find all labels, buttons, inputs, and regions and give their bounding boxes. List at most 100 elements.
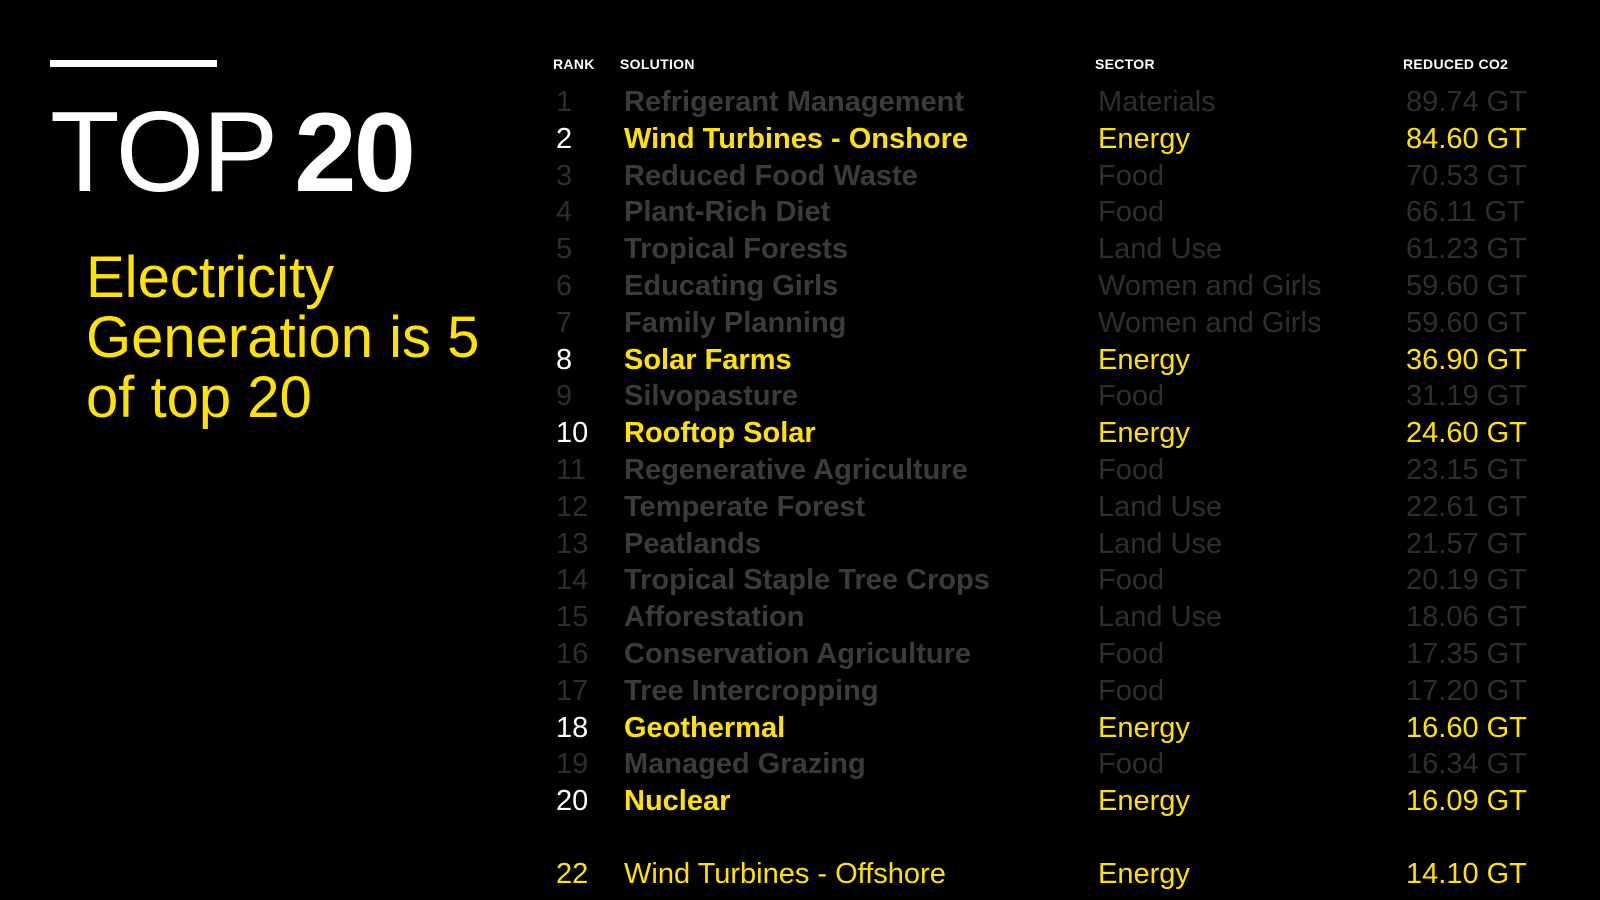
table-row: 10 Rooftop Solar Energy 24.60 GT bbox=[0, 415, 1600, 451]
cell-rank: 13 bbox=[556, 527, 589, 560]
cell-solution: Geothermal bbox=[624, 711, 786, 744]
cell-sector: Energy bbox=[1098, 343, 1190, 376]
cell-solution: Solar Farms bbox=[624, 343, 792, 376]
cell-reduced-co2: 84.60 GT bbox=[1406, 122, 1527, 155]
cell-sector: Energy bbox=[1098, 711, 1190, 744]
cell-solution: Tropical Staple Tree Crops bbox=[624, 564, 990, 597]
cell-solution: Tropical Forests bbox=[624, 233, 849, 266]
cell-reduced-co2: 21.57 GT bbox=[1406, 527, 1527, 560]
cell-rank: 10 bbox=[556, 417, 589, 450]
cell-rank: 3 bbox=[556, 159, 573, 192]
cell-rank: 8 bbox=[556, 343, 573, 376]
cell-rank: 2 bbox=[556, 122, 573, 155]
cell-reduced-co2: 16.60 GT bbox=[1406, 711, 1527, 744]
cell-sector: Energy bbox=[1098, 417, 1190, 450]
cell-solution: Rooftop Solar bbox=[624, 417, 816, 450]
cell-sector: Land Use bbox=[1098, 233, 1223, 266]
cell-sector: Energy bbox=[1098, 785, 1190, 818]
cell-sector: Land Use bbox=[1098, 527, 1223, 560]
cell-rank: 1 bbox=[556, 86, 573, 118]
slide: TOP 20 Electricity Generation is 5 of top… bbox=[0, 0, 1600, 900]
cell-rank: 16 bbox=[556, 638, 589, 670]
cell-reduced-co2: 17.20 GT bbox=[1406, 674, 1527, 707]
table-row: 14 Tropical Staple Tree Crops Food 20.19 GT bbox=[0, 562, 1600, 598]
cell-rank: 15 bbox=[556, 601, 589, 634]
cell-reduced-co2: 66.11 GT bbox=[1406, 196, 1525, 229]
cell-reduced-co2: 59.60 GT bbox=[1406, 270, 1527, 302]
cell-rank: 14 bbox=[556, 564, 589, 597]
cell-rank: 17 bbox=[556, 674, 589, 707]
table-row: 4 Plant-Rich Diet Food 66.11 GT bbox=[0, 194, 1600, 230]
cell-sector: Land Use bbox=[1098, 601, 1223, 634]
cell-solution: Temperate Forest bbox=[624, 490, 866, 523]
cell-sector: Food bbox=[1098, 674, 1165, 707]
table-row: 6 Educating Girls Women and Girls 59.60 GT bbox=[0, 268, 1600, 304]
cell-solution: Tree Intercropping bbox=[624, 674, 879, 707]
cell-reduced-co2: 70.53 GT bbox=[1406, 159, 1527, 192]
cell-rank: 19 bbox=[556, 748, 589, 781]
cell-rank: 7 bbox=[556, 306, 573, 339]
cell-solution: Wind Turbines - Offshore bbox=[624, 858, 946, 890]
table-row: 1 Refrigerant Management Materials 89.74 GT bbox=[0, 84, 1600, 120]
table-row: 17 Tree Intercropping Food 17.20 GT bbox=[0, 673, 1600, 709]
cell-solution: Refrigerant Management bbox=[624, 86, 965, 118]
cell-solution: Conservation Agriculture bbox=[624, 638, 971, 670]
table-row: 13 Peatlands Land Use 21.57 GT bbox=[0, 526, 1600, 562]
cell-sector: Energy bbox=[1098, 858, 1190, 890]
table-row: 5 Tropical Forests Land Use 61.23 GT bbox=[0, 231, 1600, 267]
cell-sector: Food bbox=[1098, 196, 1165, 229]
table-row: 9 Silvopasture Food 31.19 GT bbox=[0, 378, 1600, 414]
cell-sector: Food bbox=[1098, 380, 1165, 413]
table-row: 7 Family Planning Women and Girls 59.60 GT bbox=[0, 305, 1600, 341]
cell-sector: Food bbox=[1098, 159, 1165, 192]
table-row: 18 Geothermal Energy 16.60 GT bbox=[0, 710, 1600, 746]
table-row: 11 Regenerative Agriculture Food 23.15 GT bbox=[0, 452, 1600, 488]
cell-solution: Family Planning bbox=[624, 306, 847, 339]
cell-reduced-co2: 31.19 GT bbox=[1406, 380, 1527, 413]
cell-reduced-co2: 16.09 GT bbox=[1406, 785, 1527, 818]
header-reduced-co2: REDUCED CO2 bbox=[1403, 56, 1509, 72]
header-sector: SECTOR bbox=[1095, 56, 1155, 72]
cell-solution: Wind Turbines - Onshore bbox=[624, 122, 968, 155]
title-accent-bar bbox=[50, 60, 217, 67]
cell-rank: 11 bbox=[556, 454, 587, 486]
cell-reduced-co2: 17.35 GT bbox=[1406, 638, 1527, 670]
cell-sector: Land Use bbox=[1098, 490, 1223, 523]
cell-rank: 18 bbox=[556, 711, 589, 744]
table-row: 3 Reduced Food Waste Food 70.53 GT bbox=[0, 158, 1600, 194]
table-row: 15 Afforestation Land Use 18.06 GT bbox=[0, 599, 1600, 635]
cell-reduced-co2: 61.23 GT bbox=[1406, 233, 1527, 266]
cell-rank: 12 bbox=[556, 490, 589, 523]
cell-sector: Food bbox=[1098, 638, 1165, 670]
cell-solution: Nuclear bbox=[624, 785, 731, 818]
cell-reduced-co2: 14.10 GT bbox=[1406, 858, 1527, 890]
cell-reduced-co2: 59.60 GT bbox=[1406, 306, 1527, 339]
cell-reduced-co2: 18.06 GT bbox=[1406, 601, 1527, 634]
cell-rank: 5 bbox=[556, 233, 573, 266]
cell-sector: Women and Girls bbox=[1098, 306, 1322, 339]
table-row: 8 Solar Farms Energy 36.90 GT bbox=[0, 342, 1600, 378]
cell-rank: 9 bbox=[556, 380, 573, 413]
table-row: 20 Nuclear Energy 16.09 GT bbox=[0, 783, 1600, 819]
cell-rank: 6 bbox=[556, 270, 573, 302]
cell-sector: Women and Girls bbox=[1098, 270, 1322, 302]
cell-rank: 22 bbox=[556, 858, 589, 890]
cell-solution: Peatlands bbox=[624, 527, 761, 560]
cell-sector: Food bbox=[1098, 564, 1165, 597]
table-row: 19 Managed Grazing Food 16.34 GT bbox=[0, 746, 1600, 782]
table-row-extra: 22 Wind Turbines - Offshore Energy 14.10… bbox=[0, 856, 1600, 892]
header-rank: RANK bbox=[553, 56, 595, 72]
cell-sector: Energy bbox=[1098, 122, 1190, 155]
cell-reduced-co2: 20.19 GT bbox=[1406, 564, 1527, 597]
cell-reduced-co2: 24.60 GT bbox=[1406, 417, 1527, 450]
cell-sector: Food bbox=[1098, 748, 1165, 781]
cell-solution: Regenerative Agriculture bbox=[624, 454, 968, 486]
cell-solution: Silvopasture bbox=[624, 380, 799, 413]
table-row: 12 Temperate Forest Land Use 22.61 GT bbox=[0, 489, 1600, 525]
cell-reduced-co2: 22.61 GT bbox=[1406, 490, 1527, 523]
cell-solution: Afforestation bbox=[624, 601, 805, 634]
cell-rank: 4 bbox=[556, 196, 573, 229]
cell-solution: Plant-Rich Diet bbox=[624, 196, 831, 229]
table-row: 2 Wind Turbines - Onshore Energy 84.60 GT bbox=[0, 121, 1600, 157]
cell-solution: Managed Grazing bbox=[624, 748, 866, 781]
